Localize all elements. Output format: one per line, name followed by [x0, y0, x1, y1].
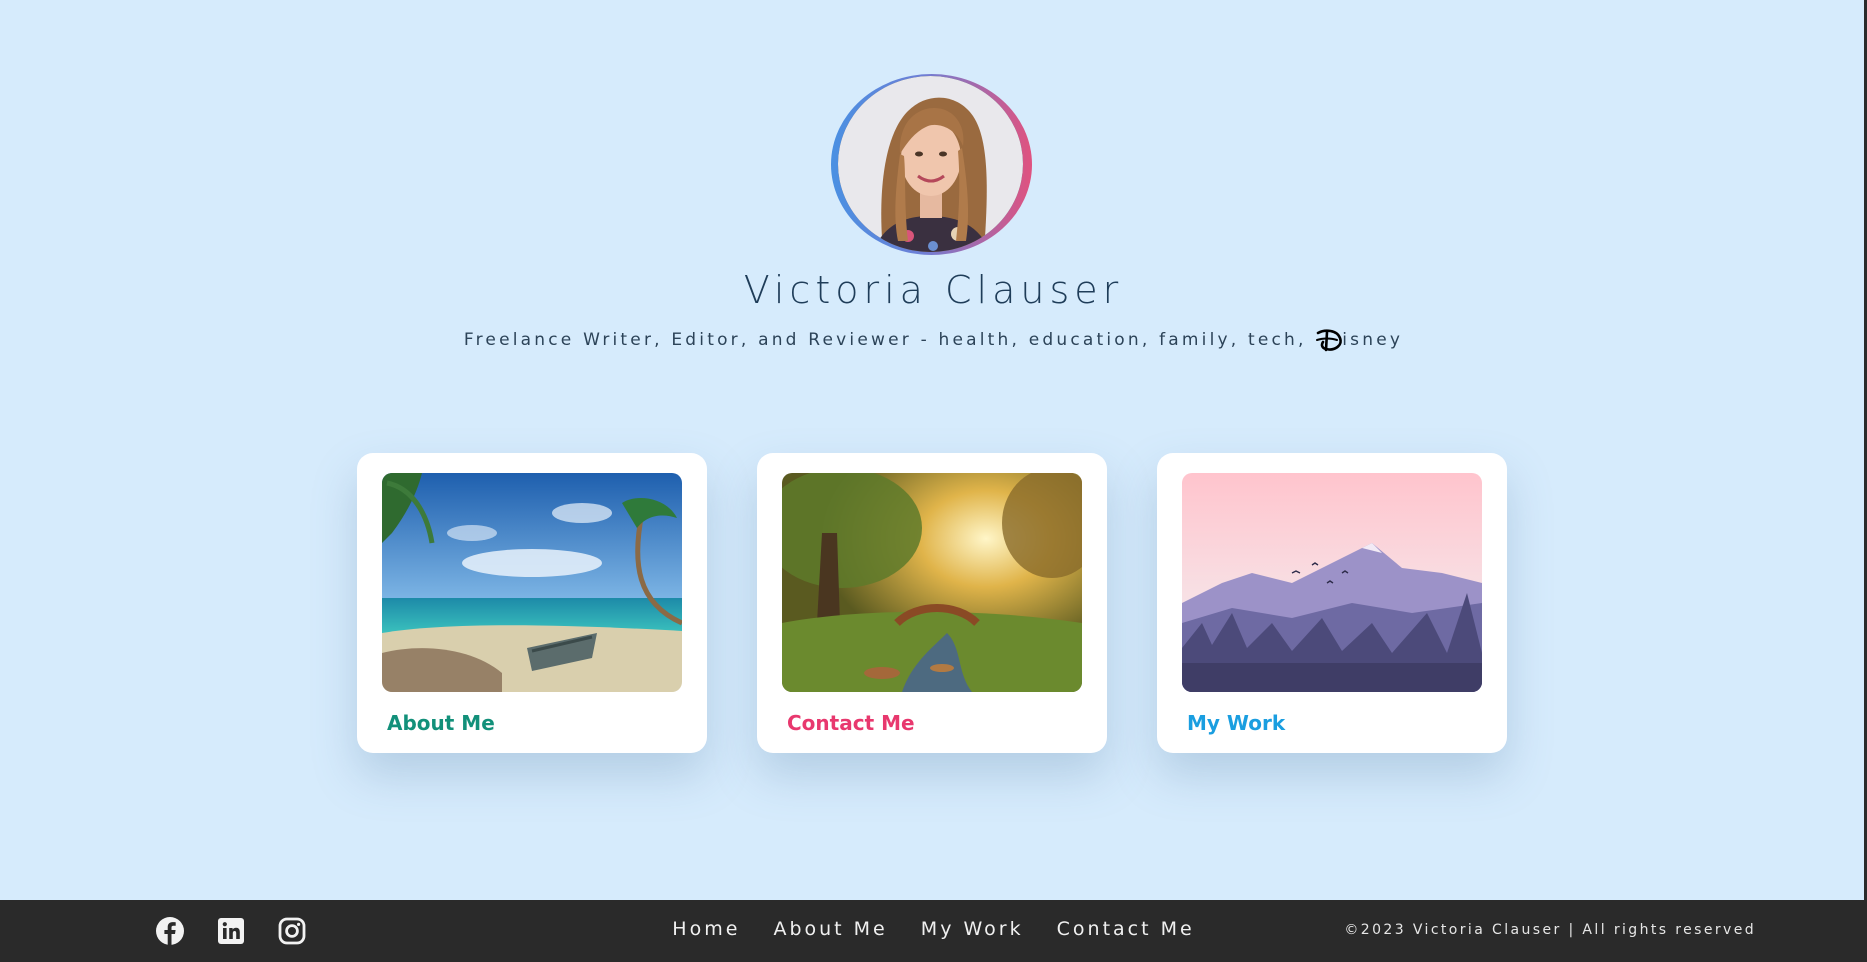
avatar	[831, 74, 1032, 255]
page-title: Victoria Clauser	[743, 268, 1124, 312]
tagline: Freelance Writer, Editor, and Reviewer -…	[0, 327, 1867, 353]
footer: Home About Me My Work Contact Me ©2023 V…	[0, 900, 1867, 962]
mountain-sunset-image	[1182, 473, 1482, 692]
contact-me-card-title[interactable]: Contact Me	[787, 711, 915, 735]
tagline-text: Freelance Writer, Editor, and Reviewer -…	[463, 330, 1307, 350]
copyright-text: ©2023 Victoria Clauser | All rights rese…	[1344, 922, 1756, 938]
nav-my-work[interactable]: My Work	[921, 918, 1024, 940]
about-me-card-title[interactable]: About Me	[387, 711, 495, 735]
tagline-brand-suffix: isney	[1342, 330, 1404, 350]
nav-home[interactable]: Home	[672, 918, 740, 940]
contact-me-card[interactable]: Contact Me	[757, 453, 1107, 753]
my-work-card[interactable]: My Work	[1157, 453, 1507, 753]
disney-logo-icon	[1316, 329, 1343, 352]
avatar-photo	[838, 76, 1023, 252]
about-me-card[interactable]: About Me	[357, 453, 707, 753]
my-work-card-title[interactable]: My Work	[1187, 711, 1285, 735]
tropical-beach-image	[382, 473, 682, 692]
nav-about-me[interactable]: About Me	[773, 918, 887, 940]
forest-bridge-image	[782, 473, 1082, 692]
nav-contact-me[interactable]: Contact Me	[1057, 918, 1195, 940]
